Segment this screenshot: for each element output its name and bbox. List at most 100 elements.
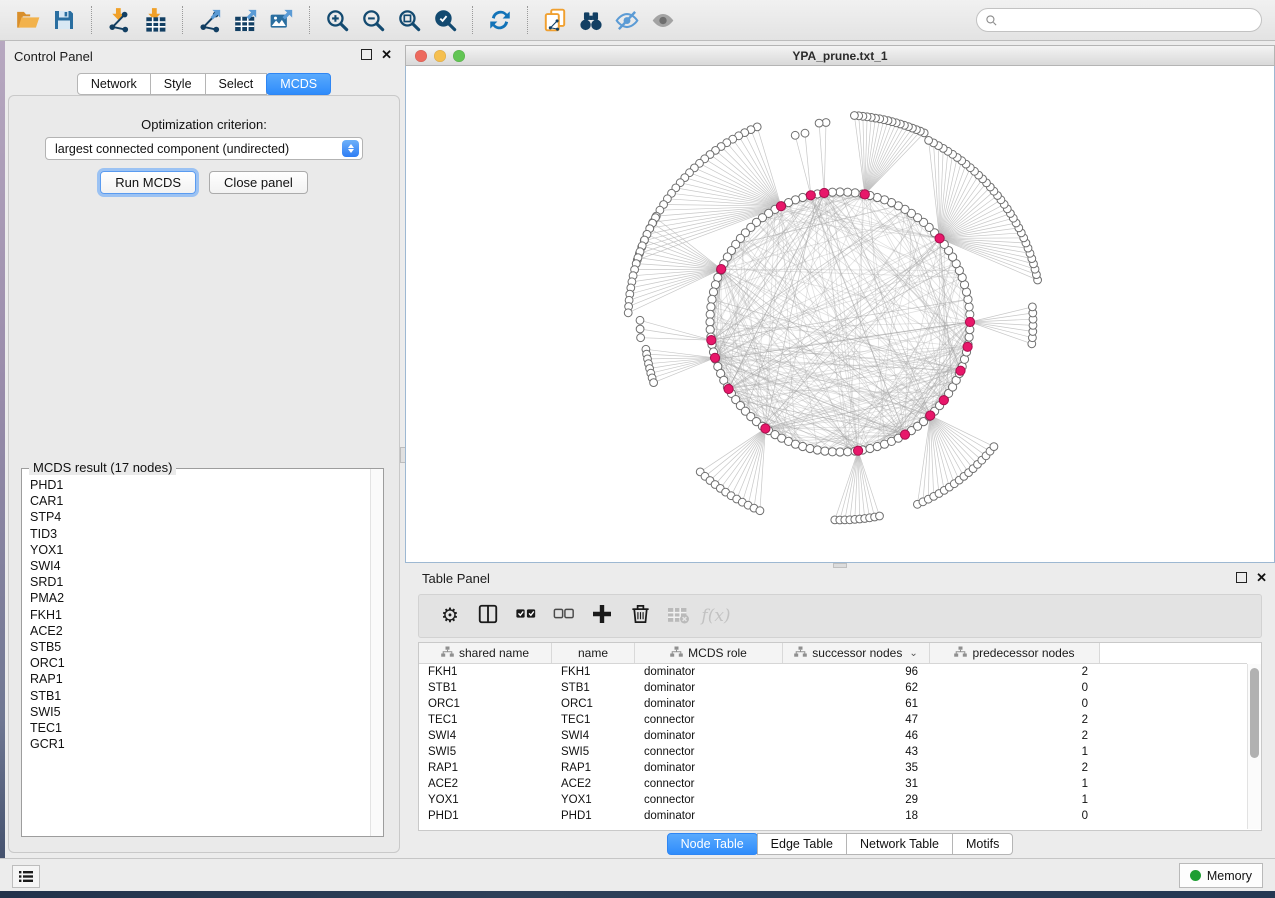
table-row[interactable]: STB1STB1dominator620: [419, 680, 1247, 696]
column-header-MCDS-role[interactable]: MCDS role: [635, 643, 783, 663]
network-canvas[interactable]: [405, 66, 1275, 563]
task-history-button[interactable]: [12, 865, 40, 888]
save-session-button[interactable]: [46, 4, 82, 36]
table-cell[interactable]: ORC1: [552, 698, 635, 710]
table-cell[interactable]: SWI5: [419, 746, 552, 758]
table-cell[interactable]: 47: [783, 714, 930, 726]
table-cell[interactable]: 18: [783, 810, 930, 822]
tab-node-table[interactable]: Node Table: [667, 833, 758, 855]
result-node-item[interactable]: PMA2: [30, 590, 370, 606]
table-cell[interactable]: YOX1: [552, 794, 635, 806]
table-cell[interactable]: 1: [930, 778, 1100, 790]
tab-network[interactable]: Network: [77, 73, 151, 95]
unselect-all-rows-button[interactable]: [545, 599, 583, 633]
optimization-criterion-select[interactable]: largest connected component (undirected): [45, 137, 363, 160]
column-header-shared-name[interactable]: shared name: [419, 643, 552, 663]
zoom-in-button[interactable]: [319, 4, 355, 36]
table-row[interactable]: ACE2ACE2connector311: [419, 776, 1247, 792]
table-cell[interactable]: RAP1: [552, 762, 635, 774]
tab-mcds[interactable]: MCDS: [266, 73, 331, 95]
table-cell[interactable]: ACE2: [552, 778, 635, 790]
table-cell[interactable]: 96: [783, 666, 930, 678]
table-cell[interactable]: STB1: [552, 682, 635, 694]
table-cell[interactable]: connector: [635, 778, 783, 790]
show-columns-button[interactable]: [469, 599, 507, 633]
run-mcds-button[interactable]: Run MCDS: [100, 171, 196, 194]
table-row[interactable]: FKH1FKH1dominator962: [419, 664, 1247, 680]
result-node-item[interactable]: FKH1: [30, 607, 370, 623]
export-image-button[interactable]: [264, 4, 300, 36]
result-node-item[interactable]: SWI4: [30, 558, 370, 574]
table-cell[interactable]: SWI5: [552, 746, 635, 758]
result-node-item[interactable]: ORC1: [30, 655, 370, 671]
table-cell[interactable]: dominator: [635, 810, 783, 822]
result-node-item[interactable]: CAR1: [30, 493, 370, 509]
table-options-button[interactable]: ⚙: [431, 599, 469, 633]
import-table-from-file-button[interactable]: [137, 4, 173, 36]
table-scrollbar-track[interactable]: [1247, 664, 1261, 829]
table-cell[interactable]: PHD1: [419, 810, 552, 822]
result-node-item[interactable]: SWI5: [30, 704, 370, 720]
table-cell[interactable]: 29: [783, 794, 930, 806]
table-cell[interactable]: 61: [783, 698, 930, 710]
close-panel-icon[interactable]: ✕: [381, 50, 392, 60]
table-cell[interactable]: 2: [930, 762, 1100, 774]
create-column-button[interactable]: [583, 599, 621, 633]
result-node-item[interactable]: YOX1: [30, 542, 370, 558]
first-neighbors-button[interactable]: [573, 4, 609, 36]
import-network-from-file-button[interactable]: [101, 4, 137, 36]
table-row[interactable]: RAP1RAP1dominator352: [419, 760, 1247, 776]
table-row[interactable]: YOX1YOX1connector291: [419, 792, 1247, 808]
float-table-panel-icon[interactable]: [1236, 572, 1247, 583]
table-cell[interactable]: connector: [635, 714, 783, 726]
column-header-name[interactable]: name: [552, 643, 635, 663]
tab-motifs[interactable]: Motifs: [952, 833, 1013, 855]
table-cell[interactable]: FKH1: [552, 666, 635, 678]
close-panel-button[interactable]: Close panel: [209, 171, 308, 194]
tab-network-table[interactable]: Network Table: [846, 833, 953, 855]
column-header-successor-nodes[interactable]: successor nodes⌄: [783, 643, 930, 663]
tab-edge-table[interactable]: Edge Table: [757, 833, 847, 855]
open-file-button[interactable]: [10, 4, 46, 36]
zoom-selected-region-button[interactable]: [427, 4, 463, 36]
table-cell[interactable]: RAP1: [419, 762, 552, 774]
tab-select[interactable]: Select: [205, 73, 268, 95]
table-cell[interactable]: YOX1: [419, 794, 552, 806]
result-node-item[interactable]: RAP1: [30, 671, 370, 687]
table-cell[interactable]: dominator: [635, 666, 783, 678]
table-cell[interactable]: ACE2: [419, 778, 552, 790]
table-cell[interactable]: 46: [783, 730, 930, 742]
table-cell[interactable]: connector: [635, 794, 783, 806]
clone-network-button[interactable]: [537, 4, 573, 36]
table-cell[interactable]: 2: [930, 666, 1100, 678]
table-cell[interactable]: 0: [930, 810, 1100, 822]
result-node-item[interactable]: PHD1: [30, 477, 370, 493]
zoom-out-button[interactable]: [355, 4, 391, 36]
result-node-item[interactable]: STB5: [30, 639, 370, 655]
search-input[interactable]: [1004, 12, 1253, 28]
table-cell[interactable]: connector: [635, 746, 783, 758]
table-cell[interactable]: dominator: [635, 698, 783, 710]
table-cell[interactable]: ORC1: [419, 698, 552, 710]
result-node-item[interactable]: GCR1: [30, 736, 370, 752]
table-cell[interactable]: 0: [930, 698, 1100, 710]
zoom-fit-content-button[interactable]: [391, 4, 427, 36]
table-cell[interactable]: STB1: [419, 682, 552, 694]
result-node-item[interactable]: ACE2: [30, 623, 370, 639]
table-row[interactable]: SWI4SWI4dominator462: [419, 728, 1247, 744]
table-cell[interactable]: SWI4: [552, 730, 635, 742]
table-cell[interactable]: dominator: [635, 762, 783, 774]
result-node-item[interactable]: SRD1: [30, 574, 370, 590]
table-cell[interactable]: dominator: [635, 682, 783, 694]
select-all-rows-button[interactable]: [507, 599, 545, 633]
float-window-icon[interactable]: [361, 49, 372, 60]
network-graph[interactable]: [406, 66, 1274, 561]
delete-column-button[interactable]: [621, 599, 659, 633]
table-cell[interactable]: TEC1: [419, 714, 552, 726]
result-node-item[interactable]: STP4: [30, 509, 370, 525]
column-header-predecessor-nodes[interactable]: predecessor nodes: [930, 643, 1100, 663]
refresh-view-button[interactable]: [482, 4, 518, 36]
table-scrollbar-thumb[interactable]: [1250, 668, 1259, 758]
memory-button[interactable]: Memory: [1179, 863, 1263, 888]
table-cell[interactable]: 1: [930, 794, 1100, 806]
